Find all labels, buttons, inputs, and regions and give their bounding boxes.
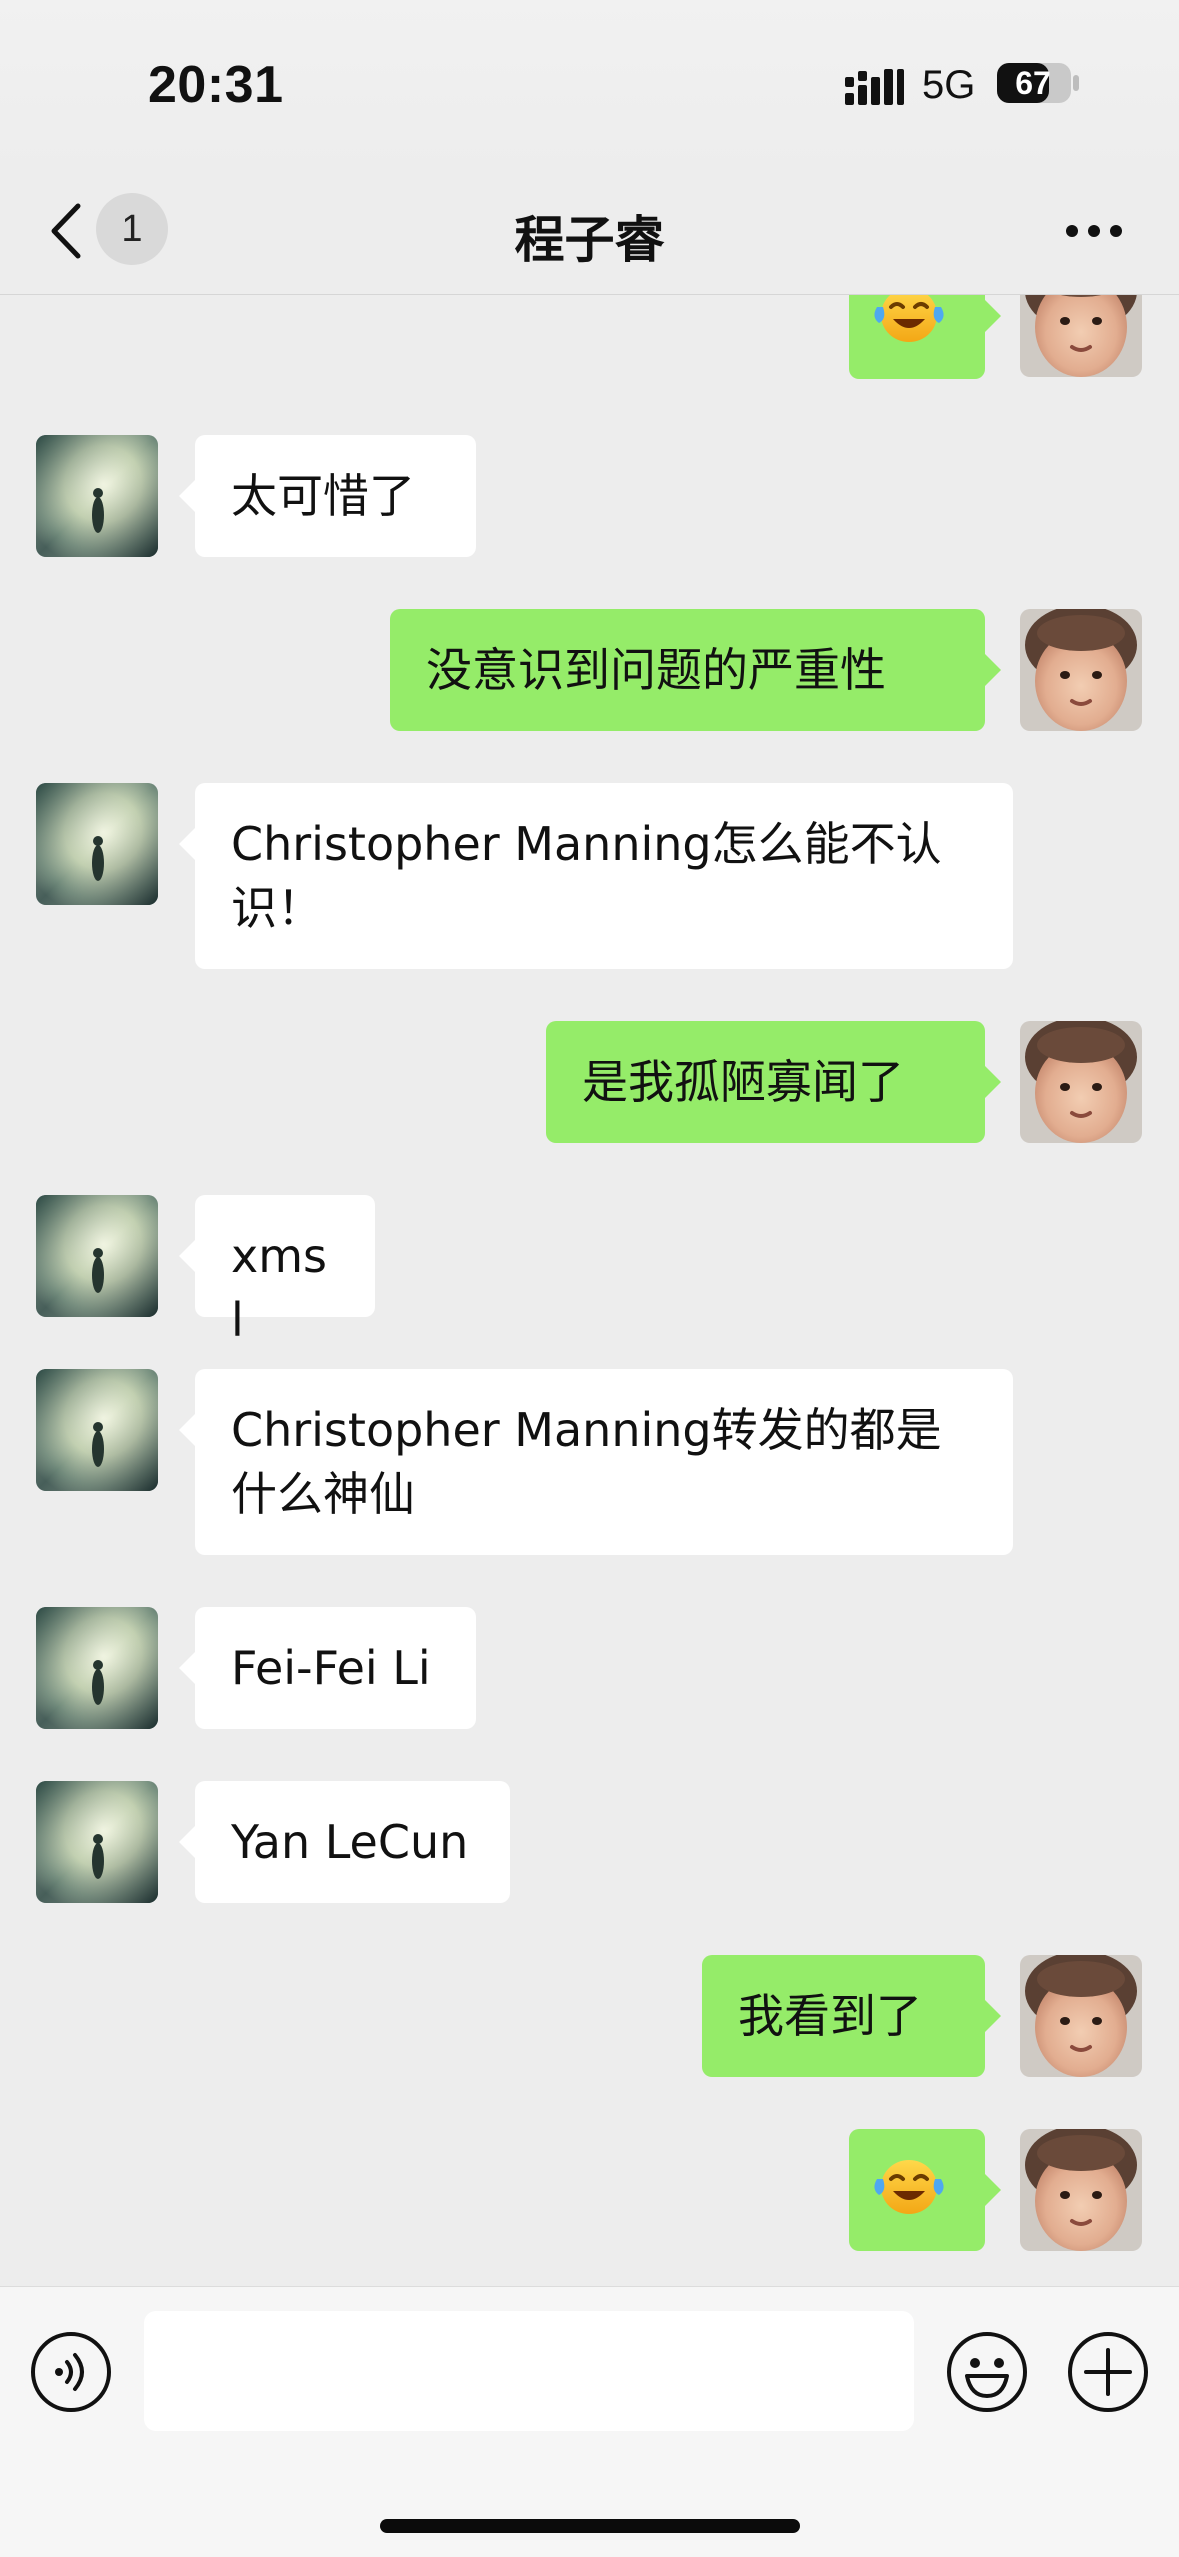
avatar-self[interactable] [1020, 1955, 1142, 2077]
avatar-contact[interactable] [36, 783, 158, 905]
message-bubble-incoming[interactable]: Christopher Manning怎么能不认识！ [179, 783, 1013, 969]
chat-title: 程子睿 [514, 211, 665, 269]
message-text: Yan LeCun [231, 1815, 469, 1869]
message-input[interactable] [144, 2311, 914, 2431]
message-bubble-incoming[interactable]: xmsl [179, 1195, 375, 1347]
message-text: 太可惜了 [231, 469, 415, 523]
composer-bar [0, 2286, 1179, 2557]
tears-of-joy-emoji [874, 2160, 944, 2214]
status-bar: 20:31 5G 67 [0, 0, 1179, 170]
message-bubble-outgoing[interactable]: 是我孤陋寡闻了 [546, 1021, 1001, 1143]
ellipsis-icon[interactable] [1064, 218, 1124, 244]
message-bubble-outgoing[interactable] [849, 295, 1001, 379]
message-bubble-incoming[interactable]: Fei-Fei Li [179, 1607, 476, 1729]
plus-icon[interactable] [1066, 2330, 1150, 2414]
message-bubble-incoming[interactable]: Yan LeCun [179, 1781, 510, 1903]
avatar-self[interactable] [1020, 295, 1142, 377]
message-text: 没意识到问题的严重性 [426, 643, 886, 697]
message-text: xmsl [231, 1229, 327, 1347]
message-text: Fei-Fei Li [231, 1641, 431, 1695]
message-bubble-outgoing[interactable]: 没意识到问题的严重性 [390, 609, 1001, 731]
avatar-contact[interactable] [36, 1369, 158, 1491]
smiley-face-icon[interactable] [945, 2330, 1029, 2414]
message-bubble-incoming[interactable]: Christopher Manning转发的都是什么神仙 [179, 1369, 1013, 1555]
message-list[interactable]: 太可惜了 没意识到问题的严重性 Christopher Manning怎么能不认… [0, 295, 1179, 2285]
voice-icon[interactable] [29, 2330, 113, 2414]
message-text: 是我孤陋寡闻了 [582, 1055, 904, 1109]
message-text: Christopher Manning转发的都是什么神仙 [231, 1403, 942, 1521]
network-type: 5G [922, 63, 976, 107]
avatar-self[interactable] [1020, 2129, 1142, 2251]
avatar-contact[interactable] [36, 1607, 158, 1729]
status-time: 20:31 [148, 56, 284, 114]
message-text: Christopher Manning怎么能不认识！ [231, 817, 942, 935]
avatar-self[interactable] [1020, 1021, 1142, 1143]
avatar-self[interactable] [1020, 609, 1142, 731]
avatar-contact[interactable] [36, 1195, 158, 1317]
message-bubble-outgoing[interactable]: 我看到了 [702, 1955, 1001, 2077]
avatar-contact[interactable] [36, 435, 158, 557]
message-bubble-incoming[interactable]: 太可惜了 [179, 435, 476, 557]
message-text: 我看到了 [738, 1989, 922, 2043]
avatar-contact[interactable] [36, 1781, 158, 1903]
message-bubble-outgoing[interactable] [849, 2129, 1001, 2251]
home-indicator[interactable] [380, 2519, 800, 2533]
tears-of-joy-emoji [874, 295, 944, 342]
battery-level: 67 [1015, 65, 1051, 101]
chat-header: 1 程子睿 [0, 170, 1179, 295]
cellular-signal-icon [845, 69, 904, 105]
